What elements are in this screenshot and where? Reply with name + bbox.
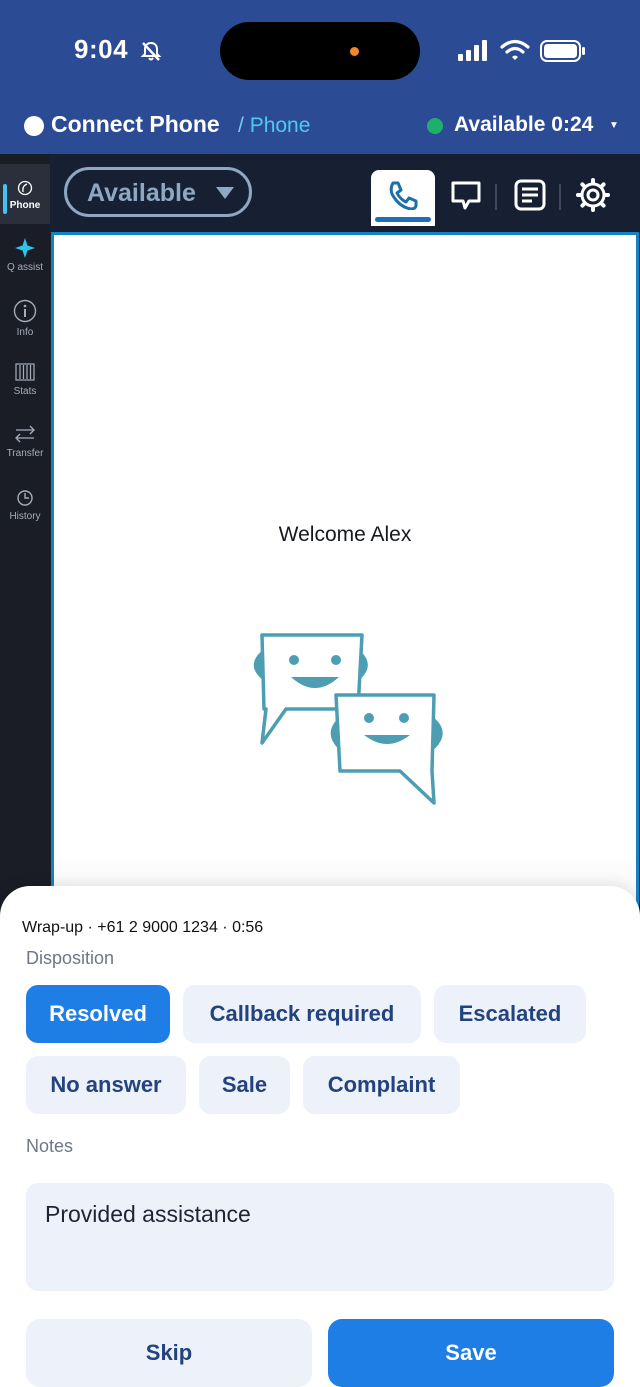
nav-label-stats: Stats [13,386,37,397]
tab-active-indicator [375,217,431,222]
disposition-label: Disposition [26,948,115,968]
toolbar-divider [559,184,561,210]
disposition-chip-escalated[interactable]: Escalated [434,985,586,1043]
nav-label-transfer: Transfer [6,448,44,459]
transfer-icon [15,425,35,443]
history-icon [17,490,33,506]
nav-item-info[interactable]: Info [0,299,50,338]
app-title: Connect Phone [51,111,220,137]
wrapup-call-info: Wrap-up · +61 2 9000 1234 · 0:56 [22,919,264,936]
brand-logo-dot [24,116,44,136]
phone-handset-icon [17,180,33,196]
toolbar: Available [50,154,640,232]
nav-label-info: Info [16,327,34,338]
disposition-chip-callback-required[interactable]: Callback required [183,985,421,1043]
agent-status-value: Available [87,179,196,207]
dynamic-island [220,22,420,80]
info-icon [13,299,37,323]
nav-item-transfer[interactable]: Transfer [0,424,50,459]
caret-down-icon[interactable]: ▼ [609,120,619,131]
settings-gear-icon[interactable] [576,178,610,212]
nav-label-q-assist: Q assist [6,262,44,273]
nav-label-history: History [9,511,41,522]
status-time: 9:04 [74,34,129,64]
disposition-chip-complaint[interactable]: Complaint [303,1056,460,1114]
breadcrumb-section: / Phone [238,114,311,137]
phone-panel: Welcome Alex [51,232,639,932]
notes-value: Provided assistance [45,1201,251,1227]
notes-textarea[interactable]: Provided assistance [26,1183,614,1291]
notes-label: Notes [26,1136,74,1156]
nav-item-q-assist[interactable]: Q assist [0,238,50,273]
nav-item-stats[interactable]: Stats [0,362,50,397]
wifi-icon [500,39,530,68]
nav-label-phone: Phone [9,200,41,211]
tab-phone[interactable] [371,170,435,226]
app-header: 9:04 Connect Phone / Phone Available 0:2… [0,0,640,154]
toolbar-divider [495,184,497,210]
nav-item-phone[interactable]: Phone [0,164,50,224]
save-button[interactable]: Save [328,1319,614,1387]
chevron-down-icon [216,187,234,199]
wrapup-sheet: Wrap-up · +61 2 9000 1234 · 0:56 Disposi… [0,886,640,1387]
agent-status-dropdown[interactable]: Available [64,167,252,217]
availability-status-dot [427,118,443,134]
phone-icon [389,181,418,210]
left-nav: Phone Q assist Info Stats Transfer Histo… [0,154,50,914]
skip-button[interactable]: Skip [26,1319,312,1387]
stats-icon [15,363,35,381]
disposition-chip-sale[interactable]: Sale [199,1056,290,1114]
signal-icon [458,40,490,67]
disposition-chip-resolved[interactable]: Resolved [26,985,170,1043]
notes-icon[interactable] [514,179,546,211]
disposition-chip-no-answer[interactable]: No answer [26,1056,186,1114]
welcome-message: Welcome Alex [278,523,412,546]
nav-item-history[interactable]: History [0,489,50,522]
chat-icon[interactable] [450,180,482,212]
sparkle-icon [15,238,35,258]
battery-icon [540,40,586,69]
chatbots-illustration [253,633,443,805]
availability-timer[interactable]: Available 0:24 [454,113,593,137]
bell-slash-icon [140,40,162,67]
